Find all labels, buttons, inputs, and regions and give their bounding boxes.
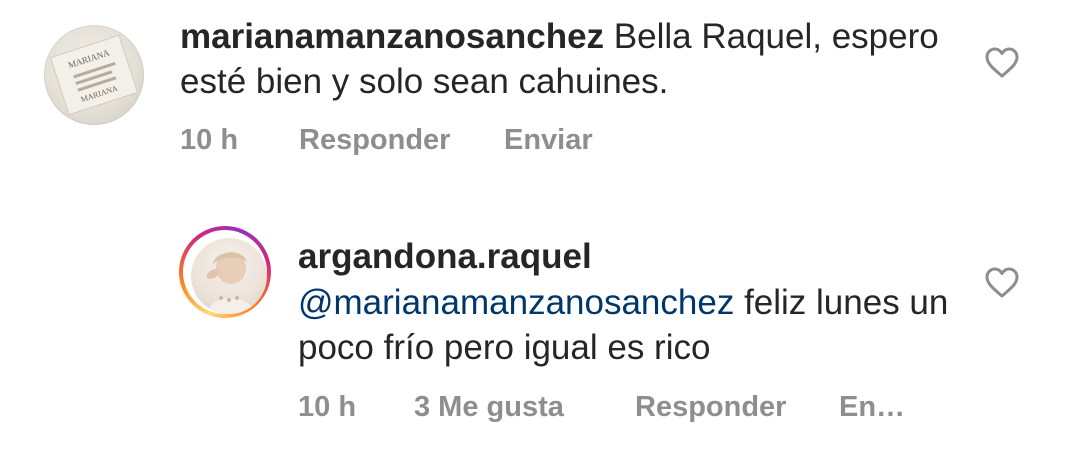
reply-username[interactable]: argandona.raquel xyxy=(298,237,592,276)
send-button[interactable]: Enviar xyxy=(504,122,593,158)
story-ring[interactable] xyxy=(179,226,271,318)
send-button[interactable]: En… xyxy=(839,389,905,425)
mention-link[interactable]: @marianamanzanosanchez xyxy=(298,283,734,322)
avatar xyxy=(191,238,267,314)
mariana-logo-avatar-icon: MARIANA MARIANA xyxy=(49,34,139,116)
comment-body: marianamanzanosanchez Bella Raquel, espe… xyxy=(180,14,940,104)
reply-button[interactable]: Responder xyxy=(299,122,450,158)
avatar[interactable]: MARIANA MARIANA xyxy=(44,25,144,125)
comment-time: 10 h xyxy=(180,124,239,156)
reply-body: @marianamanzanosanchez feliz lunes un po… xyxy=(298,280,978,370)
user-photo-avatar-icon xyxy=(206,252,255,314)
heart-icon[interactable] xyxy=(985,267,1019,299)
reply-time: 10 h xyxy=(298,391,357,423)
heart-icon[interactable] xyxy=(985,47,1019,79)
reply-header: argandona.raquel xyxy=(298,234,592,279)
reply-button[interactable]: Responder xyxy=(635,389,786,425)
likes-count[interactable]: 3 Me gusta xyxy=(414,389,564,425)
comments-thread: MARIANA MARIANA marianamanzanosanchez Be… xyxy=(0,0,1080,460)
comment-username[interactable]: marianamanzanosanchez xyxy=(180,17,604,56)
